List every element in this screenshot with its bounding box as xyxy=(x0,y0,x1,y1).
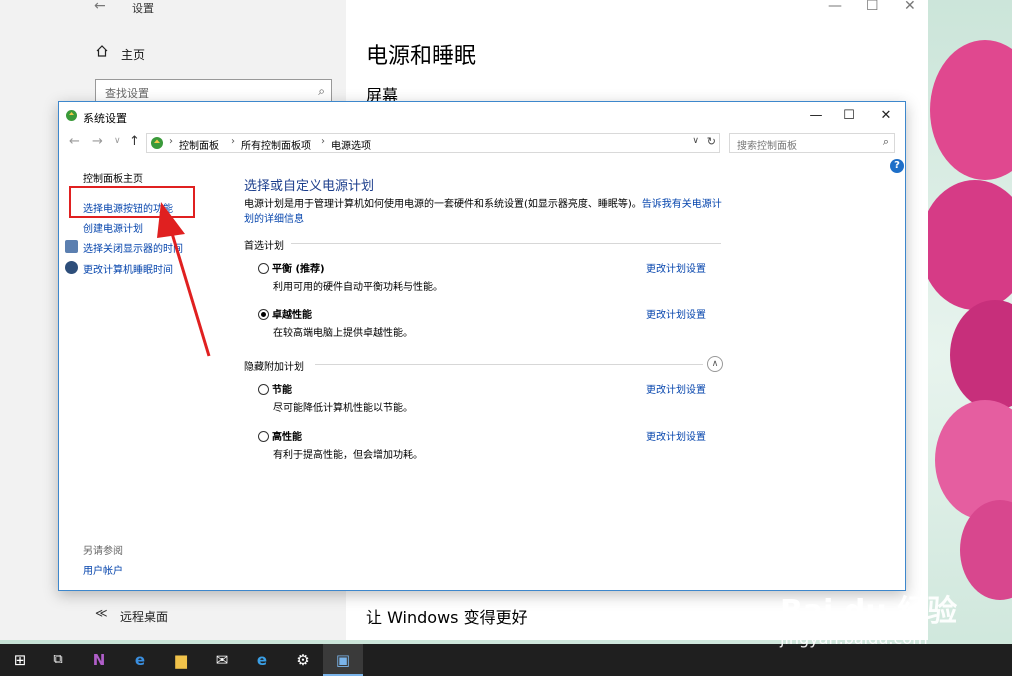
edge-icon[interactable]: e xyxy=(120,644,160,676)
description: 电源计划是用于管理计算机如何使用电源的一套硬件和系统设置(如显示器亮度、睡眠等)… xyxy=(244,197,722,227)
flower-petal xyxy=(950,300,1012,410)
up-icon[interactable]: ↑ xyxy=(129,134,140,149)
back-arrow-icon[interactable]: ← xyxy=(94,0,106,14)
settings-home-link[interactable]: 主页 xyxy=(121,46,145,63)
breadcrumb-control-panel[interactable]: 控制面板 xyxy=(179,137,219,152)
baidu-watermark: Bai du 经验 jingyan.baidu.com xyxy=(770,572,970,648)
control-panel-icon xyxy=(151,137,163,149)
sidebar-item-create-plan[interactable]: 创建电源计划 xyxy=(83,220,143,235)
moon-icon xyxy=(65,261,78,274)
forward-icon[interactable]: → xyxy=(92,134,103,149)
windows-start-icon[interactable]: ⊞ xyxy=(0,644,40,676)
back-icon[interactable]: ← xyxy=(69,134,80,149)
breadcrumb-separator-icon: › xyxy=(321,136,325,147)
settings-bottom-heading: 让 Windows 变得更好 xyxy=(366,608,528,627)
plan-ultimate-change-link[interactable]: 更改计划设置 xyxy=(646,306,706,321)
taskbar: ⊞ ⧉ N e ▆ ✉ e ⚙ ▣ xyxy=(0,644,1012,676)
minimize-icon[interactable]: — xyxy=(828,0,842,14)
settings-page-heading: 电源和睡眠 xyxy=(366,44,477,69)
sidebar-home-link[interactable]: 控制面板主页 xyxy=(83,170,143,185)
control-panel-search-input[interactable]: 搜索控制面板 ⌕ xyxy=(729,133,895,153)
plan-balanced-radio[interactable] xyxy=(258,263,269,274)
plan-balanced-change-link[interactable]: 更改计划设置 xyxy=(646,260,706,275)
plan-ultimate-radio[interactable] xyxy=(258,309,269,320)
plan-balanced-desc: 利用可用的硬件自动平衡功耗与性能。 xyxy=(273,282,443,293)
address-bar[interactable]: › 控制面板 › 所有控制面板项 › 电源选项 ∨ ↻ xyxy=(146,133,720,153)
plan-saver-radio[interactable] xyxy=(258,384,269,395)
refresh-icon[interactable]: ↻ xyxy=(707,135,716,148)
preferred-plans-label: 首选计划 xyxy=(244,241,284,252)
ie-icon[interactable]: e xyxy=(242,644,282,676)
hidden-plans-label: 隐藏附加计划 xyxy=(244,362,304,373)
mail-icon[interactable]: ✉ xyxy=(202,644,242,676)
main-title: 选择或自定义电源计划 xyxy=(244,179,375,194)
search-icon: ⌕ xyxy=(882,135,889,148)
home-icon xyxy=(96,45,108,57)
see-also-header: 另请参阅 xyxy=(83,546,123,557)
file-explorer-icon[interactable]: ▆ xyxy=(161,644,201,676)
flower-petal xyxy=(920,180,1012,310)
address-dropdown-icon[interactable]: ∨ xyxy=(692,136,699,146)
plan-high-name[interactable]: 高性能 xyxy=(272,428,302,443)
section-divider xyxy=(291,243,721,244)
settings-icon[interactable]: ⚙ xyxy=(283,644,323,676)
maximize-icon[interactable]: ☐ xyxy=(866,0,879,14)
task-view-icon[interactable]: ⧉ xyxy=(38,644,78,676)
plan-ultimate-desc: 在较高端电脑上提供卓越性能。 xyxy=(273,328,413,339)
plan-high-change-link[interactable]: 更改计划设置 xyxy=(646,428,706,443)
remote-desktop-link[interactable]: 远程桌面 xyxy=(120,608,168,625)
history-dropdown-icon[interactable]: ∨ xyxy=(114,136,121,146)
plan-saver-desc: 尽可能降低计算机性能以节能。 xyxy=(273,403,413,414)
monitor-icon xyxy=(65,240,78,253)
onenote-icon[interactable]: N xyxy=(79,644,119,676)
plan-balanced-name[interactable]: 平衡 (推荐) xyxy=(272,260,325,275)
plan-saver-change-link[interactable]: 更改计划设置 xyxy=(646,381,706,396)
maximize-button[interactable]: ☐ xyxy=(834,106,864,126)
power-options-icon xyxy=(66,110,77,121)
section-divider xyxy=(315,364,703,365)
plan-high-radio[interactable] xyxy=(258,431,269,442)
settings-search-placeholder: 查找设置 xyxy=(105,87,149,100)
breadcrumb-separator-icon: › xyxy=(169,136,173,147)
help-icon[interactable]: ? xyxy=(890,159,904,173)
control-panel-window: 系统设置 — ☐ ✕ ← → ∨ ↑ › 控制面板 › 所有控制面板项 › 电源… xyxy=(58,101,906,591)
plan-high-desc: 有利于提高性能，但会增加功耗。 xyxy=(273,450,423,461)
red-arrow-annotation xyxy=(157,202,211,357)
plan-ultimate-name[interactable]: 卓越性能 xyxy=(272,306,312,321)
breadcrumb-all-items[interactable]: 所有控制面板项 xyxy=(241,137,311,152)
search-placeholder: 搜索控制面板 xyxy=(737,141,797,152)
see-also-user-accounts[interactable]: 用户帐户 xyxy=(83,562,123,577)
breadcrumb-power-options[interactable]: 电源选项 xyxy=(331,137,371,152)
description-text: 电源计划是用于管理计算机如何使用电源的一套硬件和系统设置(如显示器亮度、睡眠等)… xyxy=(244,199,642,210)
window-title: 系统设置 xyxy=(83,112,127,125)
watermark-text: Bai du 经验 xyxy=(780,594,958,629)
remote-desktop-icon: ≪ xyxy=(95,606,108,620)
watermark-url: jingyan.baidu.com xyxy=(780,629,928,648)
control-panel-icon[interactable]: ▣ xyxy=(323,644,363,676)
collapse-chevron-icon[interactable]: ∧ xyxy=(707,356,723,372)
close-button[interactable]: ✕ xyxy=(871,106,901,126)
title-bar: 系统设置 — ☐ ✕ xyxy=(59,102,905,130)
close-icon[interactable]: ✕ xyxy=(904,0,916,14)
breadcrumb-separator-icon: › xyxy=(231,136,235,147)
flower-petal xyxy=(930,40,1012,180)
navigation-bar: ← → ∨ ↑ › 控制面板 › 所有控制面板项 › 电源选项 ∨ ↻ 搜索控制… xyxy=(59,130,905,156)
plan-saver-name[interactable]: 节能 xyxy=(272,381,292,396)
settings-title: 设置 xyxy=(132,2,154,15)
search-icon: ⌕ xyxy=(318,84,325,98)
minimize-button[interactable]: — xyxy=(801,106,831,126)
